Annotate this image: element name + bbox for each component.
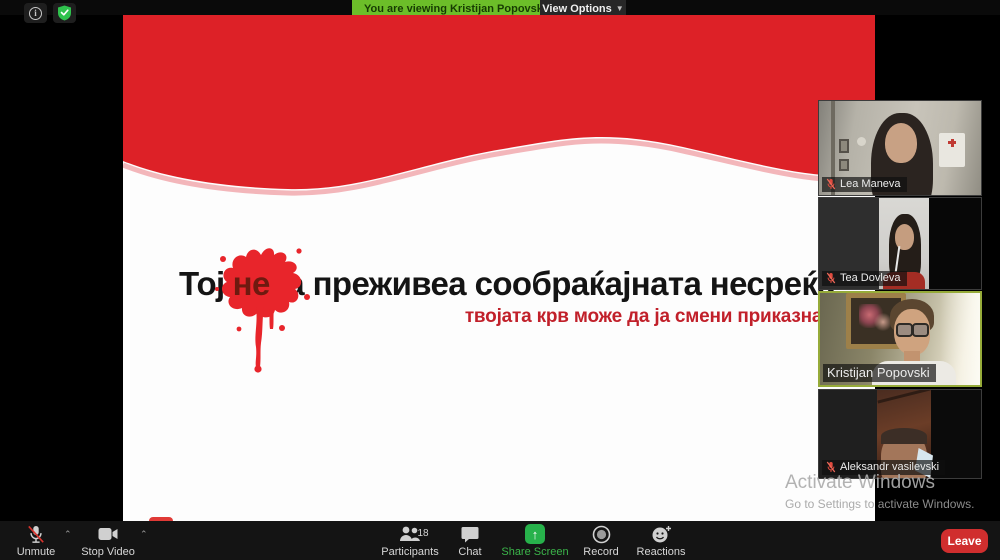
reactions-smiley-icon [651,525,672,544]
muted-mic-icon [27,525,45,544]
participants-label: Participants [381,546,438,558]
security-shield-icon [57,5,72,21]
participant-name: Aleksandr vasilevski [840,461,939,473]
muted-mic-icon [826,272,836,284]
slide-title-ne: не [233,265,270,302]
blood-splatter-icon [209,239,313,379]
participants-button[interactable]: 18 Participants [378,524,442,558]
info-icon: i [29,7,42,20]
participant-name-tag: Lea Maneva [822,177,907,192]
glasses [896,323,929,334]
video-thumbnail-aleksandr[interactable]: Aleksandr vasilevski [818,389,982,479]
meeting-info-button[interactable]: i [24,3,47,23]
participant-name-tag: Aleksandr vasilevski [822,460,945,475]
meeting-toolbar: Unmute ⌃ Stop Video ⌃ 18 Participants [0,521,1000,560]
video-thumbnail-kristijan[interactable]: Kristijan Popovski [818,291,982,387]
lea-person-face [885,123,917,163]
share-screen-button[interactable]: ↑ Share Screen [498,524,572,558]
unmute-label: Unmute [17,546,56,558]
muted-mic-icon [826,178,836,190]
red-wave-graphic [123,15,875,215]
audio-options-chevron[interactable]: ⌃ [64,529,72,540]
slide-title-post: ја преживеа сообраќајната несреќа [278,265,835,302]
slide-title-pre: Тој [179,265,225,302]
muted-mic-icon [826,461,836,473]
shared-screen-slide: Тој неја преживеа сообраќајната несреќа … [123,15,875,521]
stop-video-label: Stop Video [81,546,135,558]
encryption-shield-button[interactable] [53,3,76,23]
chat-button[interactable]: Chat [448,524,492,558]
participant-name: Tea Dovleva [840,272,901,284]
reactions-button[interactable]: Reactions [632,524,690,558]
participants-count-badge: 18 [417,528,428,539]
chat-label: Chat [458,546,481,558]
video-camera-icon [98,527,118,541]
participant-name-tag: Tea Dovleva [822,271,907,286]
record-button[interactable]: Record [578,524,624,558]
slide-title: Тој неја преживеа сообраќајната несреќа [179,265,835,303]
record-label: Record [583,546,618,558]
participant-name: Lea Maneva [840,178,901,190]
lea-wall-frame [839,139,849,153]
unmute-button[interactable]: Unmute [8,524,64,558]
stop-video-button[interactable]: Stop Video [78,524,138,558]
video-thumbnail-lea[interactable]: Lea Maneva [818,100,982,196]
record-icon [592,525,611,544]
first-aid-box [939,133,965,167]
participant-name-tag: Kristijan Popovski [823,364,936,382]
slide-title-ne-wrap: не [233,265,270,303]
lea-wall-frame [839,159,849,171]
chevron-down-icon: ▼ [616,4,624,13]
share-screen-label: Share Screen [501,546,568,558]
leave-button[interactable]: Leave [941,529,988,553]
participant-name: Kristijan Popovski [827,365,930,380]
reactions-label: Reactions [637,546,686,558]
lea-wall-fixture [857,137,866,146]
aleksandr-hair [881,428,927,444]
video-thumbnail-tea[interactable]: Tea Dovleva [818,197,982,290]
share-screen-icon: ↑ [525,524,545,544]
video-options-chevron[interactable]: ⌃ [140,529,148,540]
view-options-label: View Options [542,3,611,15]
slide-subtitle: твојата крв може да ја смени приказната.… [465,306,857,328]
chat-bubble-icon [461,526,479,543]
